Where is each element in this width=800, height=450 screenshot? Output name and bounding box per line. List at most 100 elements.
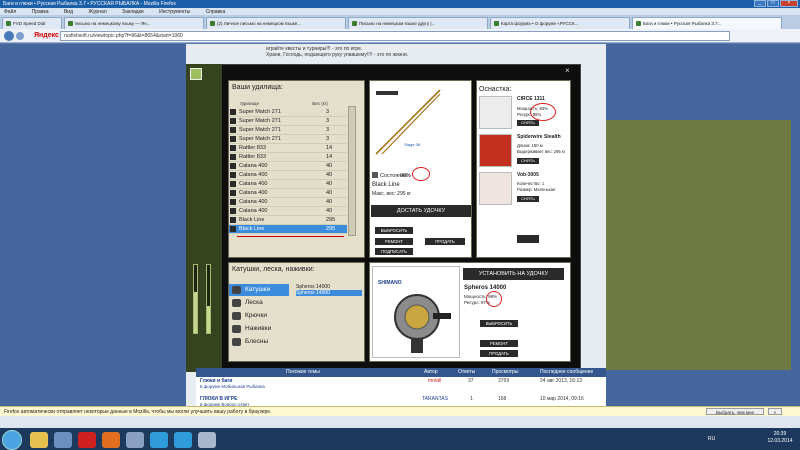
tab-favicon-icon [210,21,215,26]
condition-value: 98% [400,173,412,179]
rod-icon [230,163,236,169]
rod-max-weight: Макс. вес: 295 кг [372,191,411,197]
tab-forum-map[interactable]: Карта форума • О форуме «РУССК... [490,17,630,29]
line-spool-icon [479,134,512,167]
system-clock[interactable]: 20:39 12.03.2014 [762,431,798,445]
rod-icon [230,109,236,115]
yandex-browser-icon[interactable] [78,432,96,448]
condition-highlight-circle [412,167,430,181]
tab-bar: FVD Speed Dial письмо на немецкому языку… [0,15,800,29]
tab-favicon-icon [352,21,357,26]
tab-favicon-icon [68,21,73,26]
tab-letter-friend[interactable]: Письмо на немецком языке другу |... [348,17,488,29]
rod-row[interactable]: Black Line 295 [229,216,347,225]
reel-icon [232,286,241,294]
rod-row[interactable]: Super Match 271 3 [229,126,347,135]
rod-row[interactable]: Super Match 271 3 [229,117,347,126]
language-indicator[interactable]: RU [708,436,715,442]
repair-button[interactable]: РЕМОНТ [375,238,413,245]
install-reel-button[interactable]: УСТАНОВИТЬ НА УДОЧКУ [463,268,564,280]
status-bar [0,416,800,428]
lure-icon [479,172,512,205]
line-icon [232,299,241,307]
rod-row[interactable]: Catana 400 40 [229,189,347,198]
category-spoons[interactable]: Блесны [229,336,289,348]
folder-icon[interactable] [198,432,216,448]
bait-icon [232,325,241,333]
attach-rod-button[interactable]: ДОСТАТЬ УДОЧКУ [371,205,471,217]
rod-row[interactable]: Catana 400 40 [229,180,347,189]
tab-favicon-icon [6,21,11,26]
maximize-icon[interactable]: □ [767,0,779,7]
rods-scrollbar[interactable] [348,106,356,236]
skype-icon[interactable] [174,432,192,448]
rod-row[interactable]: Catana 400 40 [229,162,347,171]
rod-row[interactable]: Catana 400 40 [229,207,347,216]
tab-speed-dial[interactable]: FVD Speed Dial [2,17,62,29]
col-rod: Удилище [240,101,259,106]
rod-row[interactable]: Super Match 271 3 [229,108,347,117]
category-line[interactable]: Леска [229,297,289,309]
taskbar [0,428,800,450]
search-brand[interactable]: Яндекс [34,32,59,39]
window-controls: _ □ × [754,0,798,7]
category-reels[interactable]: Катушки [229,284,289,296]
rods-table-header: Удилище Вес (кг) [240,101,328,106]
rod-icon [230,145,236,151]
rod-icon [230,208,236,214]
close-window-icon[interactable]: × [780,0,798,7]
sell-button[interactable]: ПРОДАТЬ [425,238,465,245]
category-baits[interactable]: Наживки [229,323,289,335]
table-row: Глюки и баги в форуме Мобильная Рыбалка … [200,378,583,389]
firefox-icon[interactable] [102,432,120,448]
reel-thumb-icon [479,96,512,129]
reel-sell-button[interactable]: ПРОДАТЬ [480,350,518,357]
explorer-icon[interactable] [30,432,48,448]
reel-list-item-selected[interactable]: Spheros 14000 [296,290,362,296]
start-button[interactable] [2,430,22,450]
col-weight: Вес (кг) [312,101,328,106]
remove-line-button[interactable]: СНЯТЬ [517,158,539,164]
navigation-bar: Яндекс rusfishsoft.ru/viewtopic.php?f=96… [0,29,800,43]
rod-row[interactable]: Black Line 295 [229,225,347,234]
close-icon[interactable]: × [565,66,570,75]
discard-button[interactable]: ВЫБРОСИТЬ [375,227,413,234]
reel-discard-button[interactable]: ВЫБРОСИТЬ [480,320,518,327]
back-button[interactable] [4,31,14,41]
rod-row[interactable]: Rattler 833 14 [229,144,347,153]
forward-button[interactable] [16,32,24,40]
hook-icon [232,312,241,320]
rod-icon [230,181,236,187]
rod-icon [230,190,236,196]
share-choice-button[interactable]: Выбрать, чем мне поделиться [706,408,764,422]
selection-underline [237,236,344,237]
minimize-icon[interactable]: _ [754,0,766,7]
skype-icon[interactable] [150,432,168,448]
sign-button[interactable]: ПОДПИСАТЬ [375,248,413,255]
stat-highlight-circle [486,291,502,307]
remove-reel-button[interactable]: СНЯТЬ [517,120,539,126]
rod-row[interactable]: Catana 400 40 [229,198,347,207]
rod-row[interactable]: Rattler 833 14 [229,153,347,162]
game-menu-icon[interactable] [190,68,202,80]
game-left-strip [186,64,222,372]
notification-close-button[interactable]: × [768,408,782,415]
rod-row[interactable]: Catana 400 40 [229,171,347,180]
media-icon[interactable] [54,432,72,448]
tab-yandex-search[interactable]: письмо на немецкому языку — Ян... [64,17,204,29]
tackle-slot-block [517,235,539,243]
tab-bugs-active[interactable]: Баги и глюки • Русская Рыбалка 3.7... [632,17,782,29]
game-icon[interactable] [126,432,144,448]
reels-title: Катушки, леска, наживки: [232,266,315,273]
reel-repair-button[interactable]: РЕМОНТ [480,340,518,347]
remove-lure-button[interactable]: СНЯТЬ [517,196,539,202]
stat-highlight-circle [530,103,556,121]
address-bar[interactable]: rusfishsoft.ru/viewtopic.php?f=96&t=8654… [60,31,730,41]
condition-checkbox[interactable] [372,172,378,178]
spoon-icon [232,338,241,346]
rod-image: Stage 08 [375,89,441,155]
rod-row[interactable]: Super Match 271 3 [229,135,347,144]
tab-personal-letter[interactable]: (2) Личное письмо на немецком языке... [206,17,346,29]
category-hooks[interactable]: Крючки [229,310,289,322]
rod-icon [230,136,236,142]
